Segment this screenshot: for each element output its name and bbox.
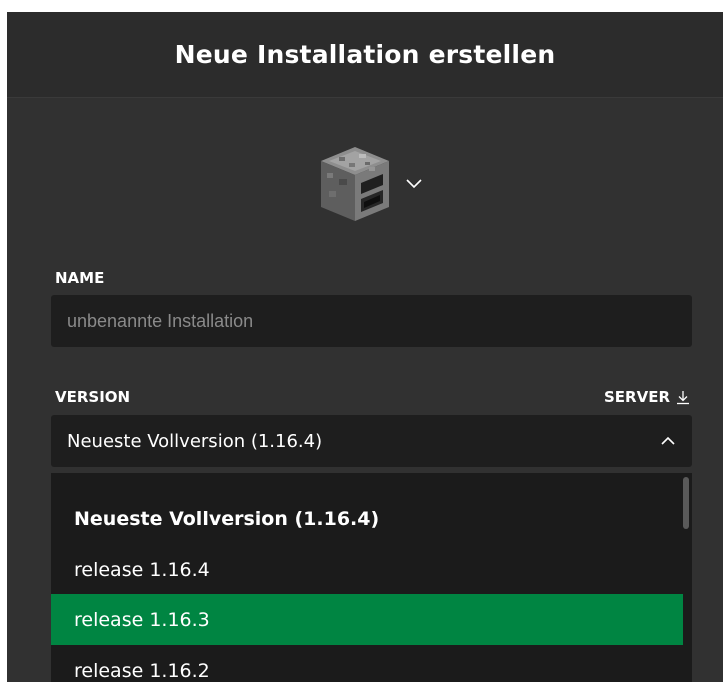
dropdown-item-label: Neueste Vollversion (1.16.4) [74, 507, 380, 530]
dialog-title: Neue Installation erstellen [174, 40, 556, 69]
furnace-icon [321, 147, 389, 221]
server-download-link[interactable]: SERVER [604, 388, 690, 406]
installation-icon-picker[interactable] [319, 142, 439, 226]
version-selected-value: Neueste Vollversion (1.16.4) [67, 430, 323, 452]
new-installation-dialog: Neue Installation erstellen NAME unbenan… [7, 12, 723, 682]
server-link-label: SERVER [603, 388, 670, 406]
chevron-down-icon [406, 179, 422, 189]
version-dropdown-list[interactable]: Neueste Vollversion (1.16.4) release 1.1… [51, 473, 692, 682]
download-icon [677, 390, 689, 404]
dropdown-item-release-1-16-2[interactable]: release 1.16.2 [51, 645, 683, 682]
dropdown-item-release-1-16-3[interactable]: release 1.16.3 [51, 594, 683, 645]
chevron-up-icon [661, 436, 675, 445]
dropdown-item-latest-release[interactable]: Neueste Vollversion (1.16.4) [51, 493, 683, 544]
version-label: VERSION [55, 388, 131, 406]
dropdown-scrollbar-thumb[interactable] [683, 477, 689, 529]
dialog-header: Neue Installation erstellen [7, 12, 723, 98]
dropdown-item-label: release 1.16.3 [74, 608, 210, 631]
dropdown-item-label: release 1.16.4 [74, 558, 210, 581]
name-input[interactable] [51, 295, 692, 347]
dropdown-item-label: release 1.16.2 [74, 659, 210, 682]
dropdown-item-release-1-16-4[interactable]: release 1.16.4 [51, 544, 683, 595]
name-label: NAME [55, 269, 105, 287]
version-select[interactable]: Neueste Vollversion (1.16.4) [51, 415, 692, 467]
